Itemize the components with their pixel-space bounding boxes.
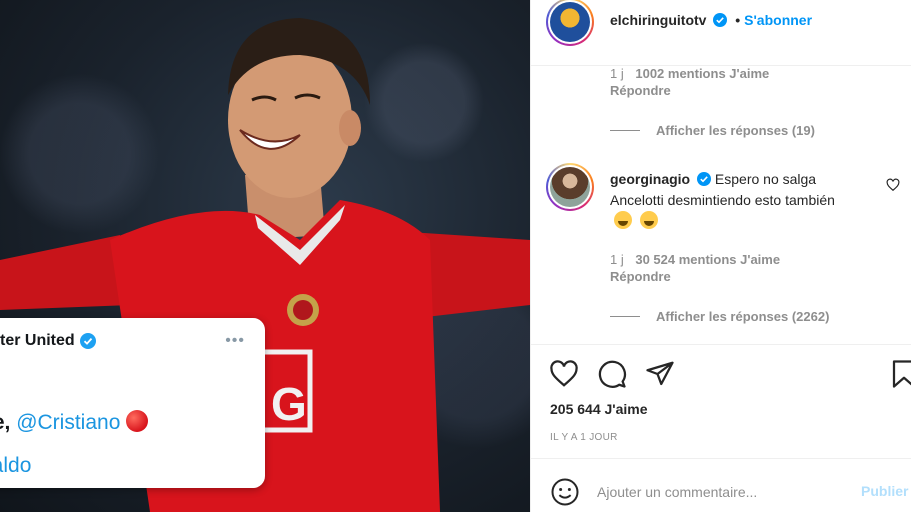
view-replies-label[interactable]: Afficher les réponses (2262) bbox=[656, 309, 829, 324]
tweet-text-line: ue, @Cristiano bbox=[0, 410, 149, 435]
replies-divider-line bbox=[610, 316, 640, 317]
tweet-author: ter United bbox=[0, 332, 75, 349]
tweet-text-prefix: ue, bbox=[0, 411, 11, 434]
verified-icon bbox=[713, 13, 728, 27]
post-side-panel: elchiringuitotv • S'abonner 1 j 1002 ment… bbox=[530, 0, 911, 512]
reply-button[interactable]: Répondre bbox=[610, 83, 671, 98]
follow-button[interactable]: S'abonner bbox=[744, 12, 812, 28]
author-avatar[interactable] bbox=[546, 0, 594, 46]
comment-likes[interactable]: 1002 mentions J'aime bbox=[635, 66, 769, 81]
heart-icon[interactable] bbox=[549, 359, 579, 389]
commenter-username[interactable]: georginagio bbox=[610, 171, 690, 187]
commenter-avatar[interactable] bbox=[546, 163, 594, 211]
verified-icon bbox=[79, 333, 96, 349]
grinning-sweat-emoji-icon bbox=[639, 211, 658, 229]
post-date[interactable]: IL Y A 1 JOUR bbox=[550, 432, 618, 443]
comment-time[interactable]: 1 j bbox=[610, 252, 624, 267]
header-separator: • bbox=[735, 12, 741, 28]
comment-meta: 1 j 30 524 mentions J'aime bbox=[610, 252, 780, 267]
author-username[interactable]: elchiringuitotv • S'abonner bbox=[610, 12, 812, 28]
view-replies-button[interactable]: Afficher les réponses (19) bbox=[610, 123, 815, 138]
add-comment-bar: Publier bbox=[531, 458, 911, 512]
post-media[interactable]: G ter United ••• ue, @Cristiano naldo bbox=[0, 0, 530, 512]
publish-button[interactable]: Publier bbox=[861, 483, 908, 499]
svg-text:G: G bbox=[271, 378, 307, 430]
tweet-more-icon: ••• bbox=[225, 332, 245, 349]
post-actions: 205 644 J'aime IL Y A 1 JOUR bbox=[531, 344, 911, 458]
author-username-text[interactable]: elchiringuitotv bbox=[610, 12, 706, 28]
post-header: elchiringuitotv • S'abonner bbox=[531, 0, 911, 66]
tweet-header: ter United bbox=[0, 332, 245, 350]
comment-body: georginagio Espero no salga Ancelotti de… bbox=[610, 169, 860, 232]
embedded-tweet-card: ter United ••• ue, @Cristiano naldo bbox=[0, 318, 265, 488]
comment-likes[interactable]: 30 524 mentions J'aime bbox=[635, 252, 780, 267]
comments-list[interactable]: 1 j 1002 mentions J'aime Répondre Affich… bbox=[531, 66, 911, 344]
view-replies-label[interactable]: Afficher les réponses (19) bbox=[656, 123, 815, 138]
verified-icon bbox=[697, 172, 712, 186]
reply-button[interactable]: Répondre bbox=[610, 269, 671, 284]
share-icon[interactable] bbox=[645, 359, 675, 389]
comment-like-heart-icon[interactable] bbox=[886, 178, 900, 192]
comment-meta: 1 j 1002 mentions J'aime bbox=[610, 66, 769, 81]
bookmark-icon[interactable] bbox=[889, 359, 911, 389]
red-circle-icon bbox=[126, 410, 149, 432]
view-replies-button[interactable]: Afficher les réponses (2262) bbox=[610, 309, 829, 324]
comment-icon[interactable] bbox=[597, 359, 627, 389]
zany-face-emoji-icon bbox=[614, 211, 632, 229]
post-likes-count[interactable]: 205 644 J'aime bbox=[550, 401, 648, 417]
tweet-mention: @Cristiano bbox=[16, 411, 121, 434]
comment-time[interactable]: 1 j bbox=[610, 66, 624, 81]
emoji-picker-icon[interactable] bbox=[550, 477, 580, 507]
comment-input[interactable] bbox=[597, 477, 847, 507]
tweet-mention-continued: naldo bbox=[0, 454, 32, 477]
replies-divider-line bbox=[610, 130, 640, 131]
